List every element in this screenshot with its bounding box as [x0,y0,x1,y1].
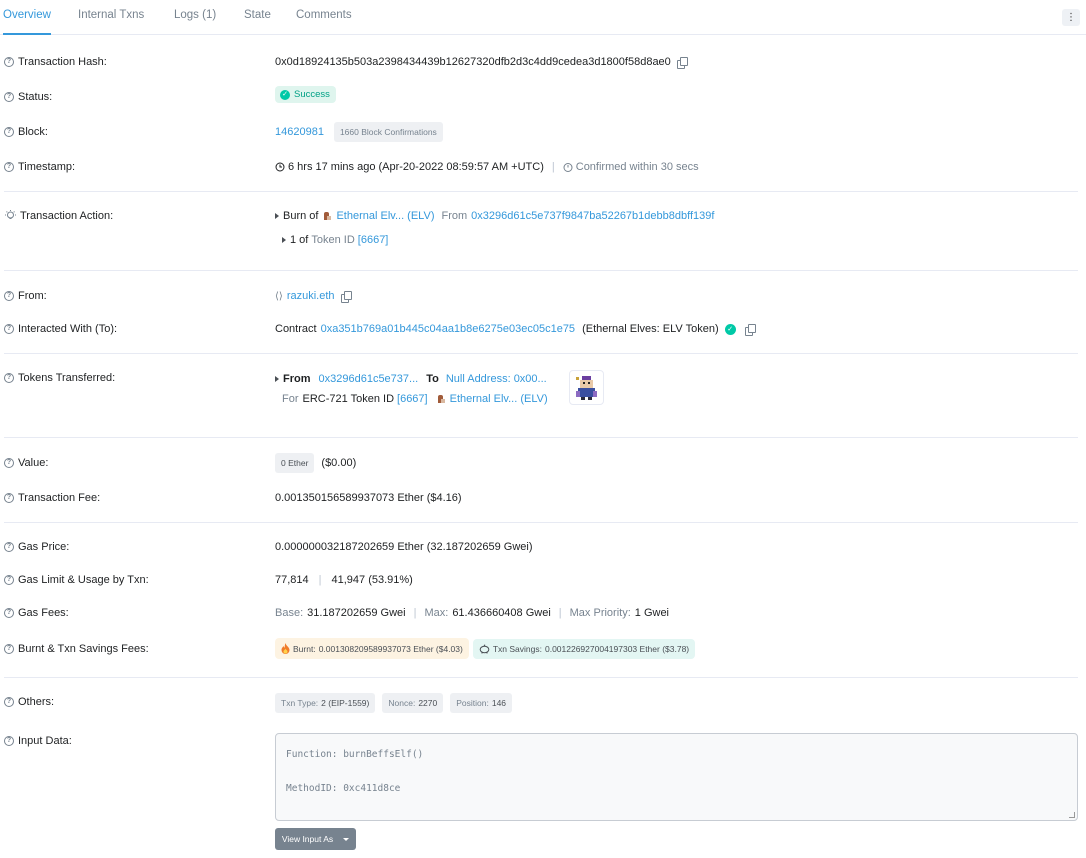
fire-icon [281,643,290,654]
status-label: ? Status: [4,91,52,103]
interacted-label: ? Interacted With (To): [4,323,117,335]
tab-comments[interactable]: Comments [296,0,352,35]
divider [4,522,1078,523]
status-badge: ✓ Success [275,86,336,103]
token-id-link[interactable]: [6667] [397,393,428,405]
divider [4,353,1078,354]
base-fee-value: 31.187202659 Gwei [307,607,406,619]
more-options-icon[interactable]: ⋮ [1062,9,1080,26]
from-address-link[interactable]: razuki.eth [287,290,335,302]
tokens-label: ? Tokens Transferred: [4,372,115,384]
max-fee-value: 61.436660408 Gwei [452,607,551,619]
others-label: ? Others: [4,696,54,708]
divider [4,191,1078,192]
contract-name: (Ethernal Elves: ELV Token) [582,323,719,335]
max-priority-value: 1 Gwei [634,607,670,619]
gas-limit-value: 77,814 [275,574,309,586]
tab-logs[interactable]: Logs (1) [174,0,216,35]
token-to-link[interactable]: Null Address: 0x00... [446,373,547,385]
gas-price-label: ? Gas Price: [4,541,69,553]
token-logo-icon [436,394,446,404]
nft-thumbnail[interactable] [569,370,604,405]
confirmed-within: Confirmed within 30 secs [575,161,699,173]
divider [4,677,1078,678]
block-number-link[interactable]: 14620981 [275,126,324,138]
caret-right-icon [275,213,279,219]
help-icon[interactable]: ? [4,92,14,102]
help-icon[interactable]: ? [4,291,14,301]
help-icon[interactable]: ? [4,608,14,618]
token-link[interactable]: Ethernal Elv... (ELV) [450,393,548,405]
help-icon[interactable]: ? [4,162,14,172]
tab-overview[interactable]: Overview [3,0,51,35]
verified-check-icon: ✓ [724,323,736,335]
stopwatch-icon [563,163,573,172]
caret-right-icon [275,376,279,382]
check-circle-icon: ✓ [280,89,290,100]
tab-state[interactable]: State [244,0,271,35]
help-icon[interactable]: ? [4,57,14,67]
block-label: ? Block: [4,126,48,138]
tx-fee-value: 0.001350156589937073 Ether ($4.16) [275,492,462,504]
input-data-label: ? Input Data: [4,735,72,747]
contract-address-link[interactable]: 0xa351b769a01b445c04aa1b8e6275e03ec05c1e… [321,323,575,335]
lightbulb-icon [5,210,16,219]
savings-badge: Txn Savings: 0.001226927004197303 Ether … [472,638,696,659]
function-signature: Function: burnBeffsElf() [286,749,424,760]
resize-handle-icon[interactable] [1069,812,1075,818]
copy-icon[interactable] [744,324,756,336]
caret-right-icon [282,237,286,243]
input-data-textarea[interactable]: Function: burnBeffsElf() MethodID: 0xc41… [275,733,1078,821]
tx-fee-label: ? Transaction Fee: [4,492,100,504]
token-logo-icon [322,211,332,221]
code-icon: ⟨⟩ [275,290,283,302]
tx-hash-label: ? Transaction Hash: [4,56,107,68]
help-icon[interactable]: ? [4,736,14,746]
help-icon[interactable]: ? [4,324,14,334]
gas-fees-label: ? Gas Fees: [4,607,69,619]
confirmations-badge: 1660 Block Confirmations [333,122,443,142]
tx-action-label: Transaction Action: [4,210,113,222]
gas-usage-value: 41,947 (53.91%) [331,574,413,586]
piggy-bank-icon [479,643,490,653]
nft-image [576,376,597,400]
token-from-link[interactable]: 0x3296d61c5e737... [319,373,419,385]
help-icon[interactable]: ? [4,575,14,585]
tab-bar: Overview Internal Txns Logs (1) State Co… [0,0,1086,35]
txn-type-badge: Txn Type: 2 (EIP-1559) [275,693,376,713]
help-icon[interactable]: ? [4,644,14,654]
tx-hash-value: 0x0d18924135b503a2398434439b12627320dfb2… [275,56,688,69]
from-label: ? From: [4,290,47,302]
value-label: ? Value: [4,457,48,469]
tab-internal-txns[interactable]: Internal Txns [78,0,144,35]
value-usd: ($0.00) [321,457,357,469]
help-icon[interactable]: ? [4,127,14,137]
help-icon[interactable]: ? [4,458,14,468]
from-address-link[interactable]: 0x3296d61c5e737f9847ba52267b1debb8dbff13… [471,210,714,222]
method-id: MethodID: 0xc411d8ce [286,783,401,794]
help-icon[interactable]: ? [4,493,14,503]
timestamp-value: 6 hrs 17 mins ago (Apr-20-2022 08:59:57 … [288,161,544,173]
chevron-down-icon [343,837,350,841]
divider [4,437,1078,438]
value-badge: 0 Ether [275,453,315,473]
clock-icon [275,162,285,172]
help-icon[interactable]: ? [4,373,14,383]
gas-limit-label: ? Gas Limit & Usage by Txn: [4,574,149,586]
divider [4,270,1078,271]
help-icon[interactable]: ? [4,542,14,552]
copy-icon[interactable] [676,57,688,69]
nonce-badge: Nonce: 2270 [382,693,444,713]
position-badge: Position: 146 [450,693,513,713]
view-input-as-button[interactable]: View Input As [275,828,356,850]
help-icon[interactable]: ? [4,697,14,707]
copy-icon[interactable] [340,291,352,303]
token-id-link[interactable]: [6667] [358,234,389,246]
token-link[interactable]: Ethernal Elv... (ELV) [336,210,434,222]
timestamp-label: ? Timestamp: [4,161,75,173]
burnt-label: ? Burnt & Txn Savings Fees: [4,643,149,655]
burnt-badge: Burnt: 0.001308209589937073 Ether ($4.03… [275,638,469,659]
gas-price-value: 0.000000032187202659 Ether (32.187202659… [275,541,533,553]
